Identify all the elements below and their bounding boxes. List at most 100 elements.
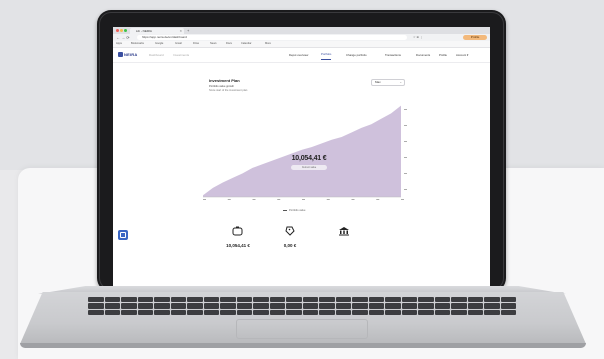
stat-value: 0,00 € xyxy=(283,243,297,248)
nav-item[interactable]: Documents xyxy=(416,50,430,60)
stat-value: 10,054,41 € xyxy=(226,243,250,248)
card-title: Investment Plan xyxy=(209,78,240,83)
period-select[interactable]: Max ⌄ xyxy=(371,79,405,86)
help-widget-button[interactable] xyxy=(118,230,128,240)
keyboard-key xyxy=(253,309,269,315)
area-series[interactable] xyxy=(203,105,401,197)
keyboard-key xyxy=(368,303,384,309)
card-subtitle: Portfolio value growth xyxy=(209,85,234,88)
keyboard-key xyxy=(137,309,153,315)
bookmark-item[interactable]: More xyxy=(265,41,271,47)
keyboard-key xyxy=(352,309,368,315)
keyboard-key xyxy=(352,297,368,303)
keyboard-key xyxy=(368,309,384,315)
x-tick xyxy=(203,199,206,200)
keyboard-key xyxy=(451,309,467,315)
keyboard-key xyxy=(467,297,483,303)
keyboard-key xyxy=(467,303,483,309)
keyboard-key xyxy=(104,309,120,315)
chart-legend: Portfolio value xyxy=(283,209,305,212)
bookmark-item[interactable]: Drive xyxy=(193,41,199,47)
site-header: NEIRA Dashboard Investments Depot overvi… xyxy=(113,48,490,63)
keyboard-key xyxy=(385,309,401,315)
keyboard-key xyxy=(170,309,186,315)
bookmark-item[interactable]: Apps xyxy=(116,41,122,47)
profile-button[interactable]: Profile xyxy=(463,35,487,40)
header-link[interactable]: Investments xyxy=(173,50,189,60)
keyboard-key xyxy=(418,303,434,309)
keyboard-key xyxy=(170,297,186,303)
portfolio-area-chart[interactable] xyxy=(203,97,411,205)
legend-label: Portfolio value xyxy=(289,209,306,212)
keyboard-key xyxy=(253,303,269,309)
nav-item[interactable]: Transactions xyxy=(385,50,401,60)
keyboard-key xyxy=(286,309,302,315)
browser-tab-bar: Lib - NEIRA ✕ + xyxy=(113,27,490,34)
keyboard-key xyxy=(170,303,186,309)
nav-item[interactable]: Profile xyxy=(439,50,447,60)
y-tick xyxy=(404,189,407,190)
nav-item[interactable]: Change portfolio xyxy=(346,50,367,60)
keyboard-key xyxy=(154,297,170,303)
stat-invested: 10,054,41 € xyxy=(218,223,258,248)
keyboard-key xyxy=(154,309,170,315)
keyboard-key xyxy=(121,297,137,303)
window-minimize-button[interactable] xyxy=(120,29,123,32)
keyboard-key xyxy=(203,303,219,309)
bookmark-item[interactable]: Bookmarks xyxy=(131,41,144,47)
x-tick xyxy=(376,199,380,200)
y-tick xyxy=(404,125,407,126)
bookmark-item[interactable]: Gmail xyxy=(175,41,182,47)
keyboard-key xyxy=(319,309,335,315)
keyboard-key xyxy=(484,303,500,309)
nav-item-active[interactable]: Portfolio xyxy=(321,50,332,60)
bookmark-item[interactable]: News xyxy=(210,41,217,47)
keyboard-key xyxy=(451,303,467,309)
keyboard-key xyxy=(269,303,285,309)
trackpad xyxy=(236,319,368,339)
keyboard-key xyxy=(104,297,120,303)
address-bar[interactable]: https://app.neira.de/en/dashboard xyxy=(137,35,407,40)
header-link[interactable]: Dashboard xyxy=(149,50,164,60)
period-select-value: Max xyxy=(375,80,381,84)
new-tab-button[interactable]: + xyxy=(187,27,189,34)
y-tick xyxy=(404,109,407,110)
bookmark-item[interactable]: Docs xyxy=(226,41,232,47)
bookmark-item[interactable]: Calendar xyxy=(241,41,252,47)
toolbar-icons[interactable]: ☆ ⊕ ⋮ xyxy=(413,35,423,40)
keyboard-key xyxy=(187,303,203,309)
keyboard-key xyxy=(385,297,401,303)
keyboard-key xyxy=(137,297,153,303)
keyboard-key xyxy=(203,297,219,303)
keyboard-key xyxy=(203,309,219,315)
current-value: 10,054,41 € xyxy=(291,155,327,162)
keyboard-key xyxy=(104,303,120,309)
y-tick xyxy=(404,157,407,158)
nav-item[interactable]: Depot overview xyxy=(289,50,308,60)
browser-tab-title: Lib - NEIRA xyxy=(136,29,152,33)
window-close-button[interactable] xyxy=(116,29,119,32)
site-logo[interactable]: NEIRA xyxy=(124,50,137,60)
keyboard-key xyxy=(286,303,302,309)
bookmarks-bar: Apps Bookmarks Google Gmail Drive News D… xyxy=(113,41,490,48)
window-maximize-button[interactable] xyxy=(124,29,127,32)
keyboard-key xyxy=(401,303,417,309)
piggy-bank-icon xyxy=(232,226,243,236)
keyboard-key xyxy=(401,297,417,303)
keyboard-key xyxy=(500,297,516,303)
x-tick xyxy=(227,199,231,200)
keyboard-key xyxy=(401,309,417,315)
nav-item[interactable]: Account ▾ xyxy=(456,50,468,60)
bank-icon xyxy=(339,227,349,236)
keyboard-key xyxy=(302,309,318,315)
keyboard-key xyxy=(236,303,252,309)
y-tick xyxy=(404,173,407,174)
navigation-buttons[interactable]: ← → ⟳ xyxy=(116,34,130,41)
bookmark-item[interactable]: Google xyxy=(155,41,163,47)
keyboard xyxy=(88,297,516,315)
keyboard-key xyxy=(335,309,351,315)
card-note: Since start of the investment plan xyxy=(209,89,248,92)
stat-fees: 0,00 € xyxy=(270,223,310,248)
keyboard-key xyxy=(187,297,203,303)
x-tick xyxy=(401,199,404,200)
